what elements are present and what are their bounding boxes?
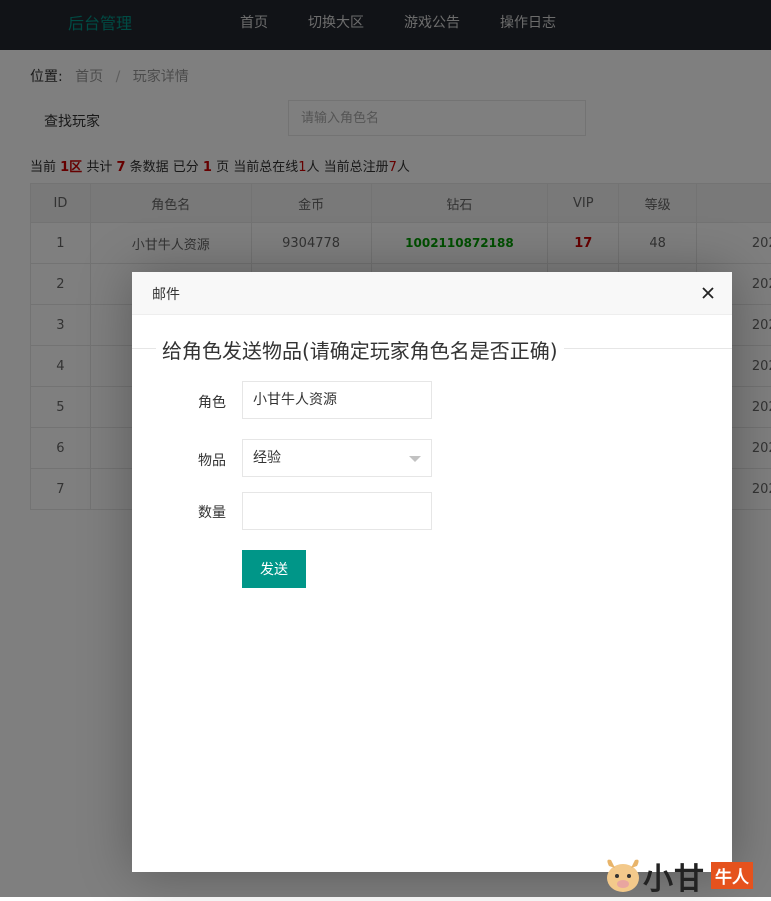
- item-label: 物品: [172, 450, 226, 470]
- item-select[interactable]: 经验: [242, 439, 432, 477]
- watermark-logo: 小甘 牛人: [603, 852, 771, 897]
- fieldset-legend: 给角色发送物品(请确定玩家角色名是否正确): [156, 335, 564, 364]
- mail-dialog: 邮件 给角色发送物品(请确定玩家角色名是否正确) 角色 小甘牛人资源 物品 经验…: [132, 272, 732, 872]
- quantity-input[interactable]: [242, 492, 432, 530]
- close-icon[interactable]: [698, 283, 718, 303]
- role-input[interactable]: 小甘牛人资源: [242, 381, 432, 419]
- role-label: 角色: [172, 392, 226, 412]
- send-button[interactable]: 发送: [242, 550, 306, 588]
- dialog-title: 邮件: [152, 284, 180, 304]
- dropdown-arrow-icon: [409, 456, 421, 462]
- watermark-text: 小甘: [643, 854, 705, 898]
- item-select-value: 经验: [253, 450, 281, 466]
- watermark-tag: 牛人: [711, 862, 753, 889]
- quantity-label: 数量: [172, 502, 226, 522]
- dialog-header: 邮件: [132, 272, 732, 315]
- cow-mascot-icon: [603, 852, 643, 897]
